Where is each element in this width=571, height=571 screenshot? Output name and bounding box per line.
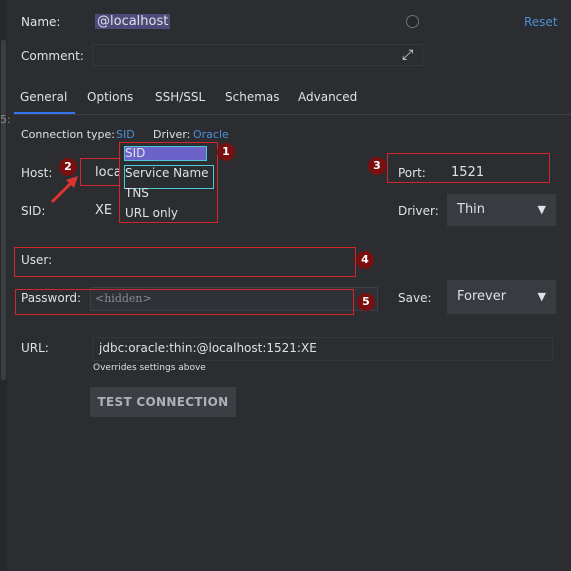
expand-icon[interactable]: ⤢	[402, 47, 413, 63]
marker-2: 2	[59, 158, 77, 176]
tab-ssh-ssl[interactable]: SSH/SSL	[155, 90, 205, 104]
status-circle-icon[interactable]	[406, 15, 419, 28]
driver-select-value: Thin	[457, 202, 486, 217]
host-field[interactable]: loca	[95, 165, 122, 180]
marker-3: 3	[368, 157, 386, 175]
user-label: User:	[21, 253, 53, 267]
marker-4: 4	[356, 251, 374, 269]
connection-type-value[interactable]: SID	[116, 128, 135, 141]
url-value: jdbc:oracle:thin:@localhost:1521:XE	[99, 341, 317, 355]
tab-general[interactable]: General	[13, 90, 76, 114]
dropdown-item-sid[interactable]: SID	[125, 146, 145, 160]
scrollbar-left[interactable]	[1, 40, 6, 380]
connection-type-dropdown[interactable]: SID Service Name TNS URL only	[119, 142, 218, 223]
save-select-value: Forever	[457, 289, 507, 304]
connection-type-label: Connection type:	[21, 128, 116, 141]
comment-label: Comment:	[21, 49, 84, 63]
sid-field[interactable]: XE	[95, 203, 112, 218]
tab-schemas[interactable]: Schemas	[225, 90, 280, 104]
url-field[interactable]: jdbc:oracle:thin:@localhost:1521:XE	[92, 337, 553, 361]
driver-info-value[interactable]: Oracle	[193, 128, 229, 141]
tab-options[interactable]: Options	[87, 90, 133, 104]
dropdown-item-tns[interactable]: TNS	[125, 186, 149, 200]
arrow-annotation-icon	[50, 176, 78, 204]
driver-select[interactable]: Thin ▼	[447, 194, 556, 226]
reset-link[interactable]: Reset	[524, 15, 558, 29]
port-field[interactable]: 1521	[451, 165, 484, 180]
marker-1: 1	[217, 143, 235, 161]
save-select[interactable]: Forever ▼	[447, 280, 556, 314]
tab-bar-divider	[14, 114, 571, 115]
url-label: URL:	[21, 341, 49, 355]
gutter-glyph: 5:	[0, 113, 11, 126]
sid-label: SID:	[21, 204, 46, 218]
test-connection-button[interactable]: TEST CONNECTION	[90, 387, 236, 417]
driver-label: Driver:	[398, 204, 439, 218]
save-label: Save:	[398, 291, 432, 305]
marker-5: 5	[357, 293, 375, 311]
user-field[interactable]	[92, 247, 354, 277]
name-value[interactable]: @localhost	[95, 14, 171, 29]
driver-info-label: Driver:	[153, 128, 191, 141]
chevron-down-icon: ▼	[537, 203, 546, 216]
url-hint: Overrides settings above	[93, 363, 206, 373]
dropdown-item-service-name[interactable]: Service Name	[125, 166, 209, 180]
port-label: Port:	[398, 166, 426, 180]
comment-field[interactable]	[92, 44, 423, 66]
dropdown-item-url-only[interactable]: URL only	[125, 206, 178, 220]
password-label: Password:	[21, 291, 82, 305]
tab-advanced[interactable]: Advanced	[298, 90, 357, 104]
name-label: Name:	[21, 15, 61, 29]
chevron-down-icon: ▼	[537, 290, 546, 303]
password-placeholder: <hidden>	[95, 292, 152, 305]
